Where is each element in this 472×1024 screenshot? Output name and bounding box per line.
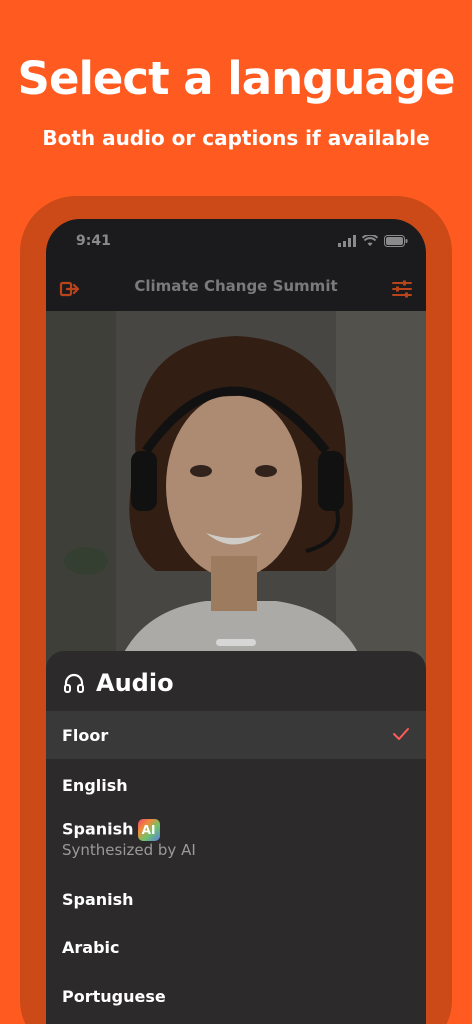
wifi-icon	[362, 235, 378, 246]
option-floor[interactable]: Floor	[46, 711, 426, 759]
phone-screen: 9:41 Climate Change Summit Audio Floor E…	[46, 219, 426, 1024]
sheet-title-text: Audio	[96, 669, 174, 697]
sliders-icon[interactable]	[390, 277, 414, 301]
signal-icon	[338, 235, 356, 247]
checkmark-icon	[393, 728, 409, 740]
sheet-title: Audio	[62, 669, 174, 697]
promo-subline: Both audio or captions if available	[42, 126, 430, 150]
sheet-grabber[interactable]	[216, 639, 256, 646]
audio-sheet: Audio Floor English Spanish AI Synthesize…	[46, 639, 426, 1024]
ai-badge-icon: AI	[137, 819, 160, 841]
video-dim-overlay	[46, 311, 426, 671]
option-english[interactable]: English	[46, 761, 426, 809]
event-title: Climate Change Summit	[134, 277, 338, 295]
headphones-icon	[64, 673, 84, 693]
option-label: Portuguese	[62, 987, 166, 1006]
status-bar: 9:41	[46, 219, 426, 263]
option-portuguese[interactable]: Portuguese	[46, 972, 426, 1020]
status-icons	[338, 235, 408, 247]
option-label: Spanish	[62, 819, 134, 839]
option-spanish[interactable]: Spanish	[46, 875, 426, 923]
option-label: Spanish	[62, 890, 134, 909]
status-time: 9:41	[76, 233, 111, 249]
option-sublabel: Synthesized by AI	[62, 841, 196, 859]
option-label: English	[62, 776, 128, 795]
video-feed	[46, 311, 426, 671]
option-label: Floor	[62, 726, 109, 745]
option-spanish-ai[interactable]: Spanish AI Synthesized by AI	[46, 804, 426, 864]
option-arabic[interactable]: Arabic	[46, 923, 426, 971]
promo-headline: Select a language	[17, 52, 456, 105]
option-label-wrap: Spanish AI	[62, 819, 160, 841]
battery-icon	[384, 235, 408, 247]
app-header: Climate Change Summit	[46, 269, 426, 309]
option-label: Arabic	[62, 938, 120, 957]
